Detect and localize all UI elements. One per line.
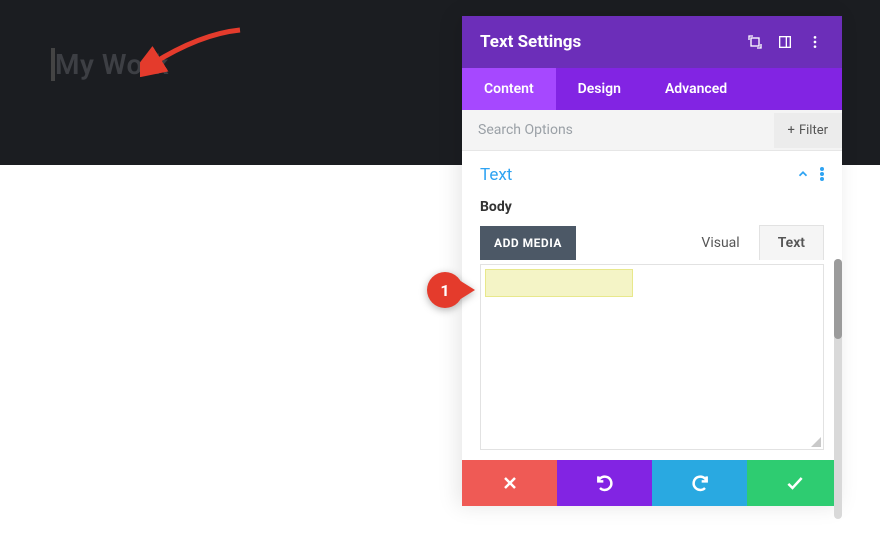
redo-button[interactable] xyxy=(652,460,747,506)
section-title: Text xyxy=(480,165,796,185)
more-icon[interactable] xyxy=(806,33,824,51)
body-area: Body ADD MEDIA Visual Text xyxy=(462,191,842,454)
html-editor[interactable] xyxy=(481,265,823,445)
settings-panel: Text Settings Content Design Advanced + … xyxy=(462,16,842,506)
panel-title: Text Settings xyxy=(480,32,734,52)
filter-button[interactable]: + Filter xyxy=(774,113,842,148)
editor-tab-text[interactable]: Text xyxy=(759,225,824,260)
annotation-arrow xyxy=(140,22,250,77)
undo-button[interactable] xyxy=(557,460,652,506)
editor-tab-visual[interactable]: Visual xyxy=(682,225,758,260)
resize-handle-icon[interactable] xyxy=(809,435,821,447)
panel-scrollbar[interactable] xyxy=(834,259,842,519)
search-input[interactable] xyxy=(462,110,774,150)
editor-wrap xyxy=(480,264,824,450)
callout-pointer-icon xyxy=(459,280,475,300)
callout-number: 1 xyxy=(427,272,463,308)
body-label: Body xyxy=(480,199,824,215)
tab-advanced[interactable]: Advanced xyxy=(643,68,749,110)
annotation-callout: 1 xyxy=(427,272,475,308)
cancel-button[interactable] xyxy=(462,460,557,506)
save-button[interactable] xyxy=(747,460,842,506)
snap-icon[interactable] xyxy=(776,33,794,51)
action-bar xyxy=(462,460,842,506)
tab-content[interactable]: Content xyxy=(462,68,556,110)
add-media-button[interactable]: ADD MEDIA xyxy=(480,226,576,260)
chevron-up-icon[interactable] xyxy=(796,166,810,185)
search-row: + Filter xyxy=(462,110,842,151)
plus-icon: + xyxy=(788,123,795,138)
expand-icon[interactable] xyxy=(746,33,764,51)
tab-design[interactable]: Design xyxy=(556,68,643,110)
panel-tabs: Content Design Advanced xyxy=(462,68,842,110)
section-more-icon[interactable] xyxy=(820,166,824,185)
filter-label: Filter xyxy=(799,123,828,138)
panel-header: Text Settings xyxy=(462,16,842,68)
section-header[interactable]: Text xyxy=(462,151,842,191)
